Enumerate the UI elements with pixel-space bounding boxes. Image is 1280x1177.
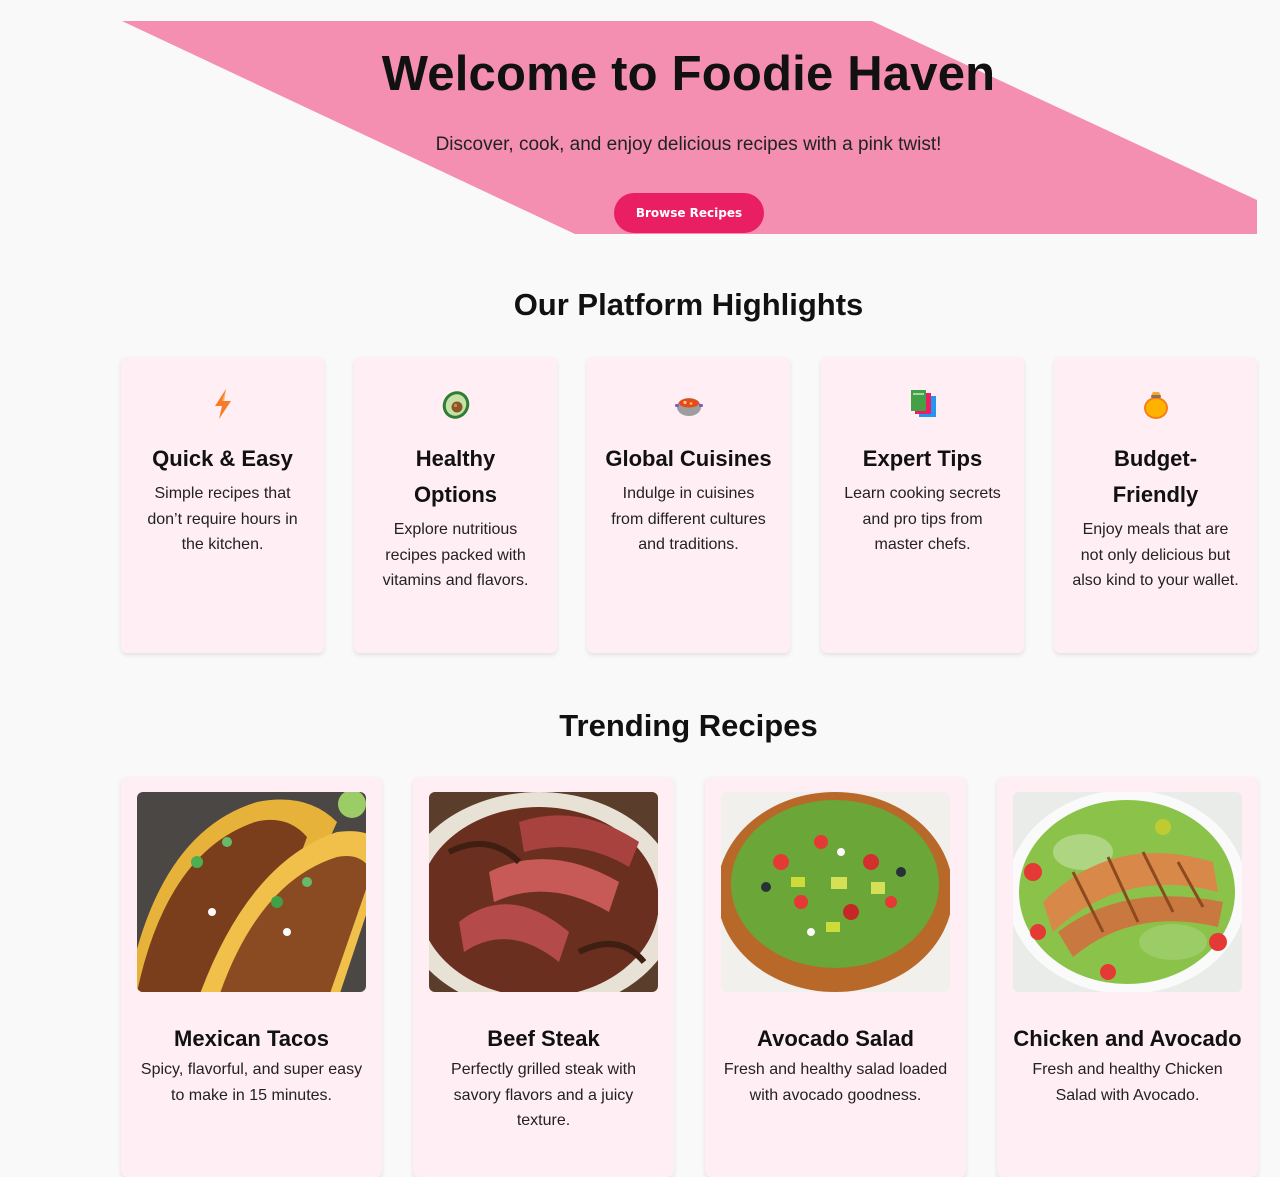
- salad-photo: [721, 792, 950, 992]
- chicken-salad-photo: [1013, 792, 1242, 992]
- recipe-description: Spicy, flavorful, and super easy to make…: [140, 1061, 363, 1104]
- money-bag-icon: [1143, 392, 1168, 419]
- recipe-card-beef-steak[interactable]: Beef Steak Perfectly grilled steak with …: [413, 777, 674, 1177]
- recipe-card-chicken-avocado[interactable]: Chicken and Avocado Fresh and healthy Ch…: [997, 777, 1258, 1177]
- browse-recipes-button[interactable]: Browse Recipes: [614, 193, 764, 233]
- recipe-description: Fresh and healthy Chicken Salad with Avo…: [1032, 1061, 1223, 1104]
- feature-card-expert-tips: Expert Tips Learn cooking secrets and pr…: [821, 357, 1024, 653]
- feature-title: Healthy Options: [413, 446, 498, 507]
- highlights-title: Our Platform Highlights: [513, 287, 864, 322]
- feature-text: Learn cooking secrets and pro tips from …: [844, 485, 1001, 554]
- recipe-title[interactable]: Beef Steak: [429, 1021, 658, 1057]
- feature-text: Explore nutritious recipes packed with v…: [382, 521, 529, 590]
- hero-title: Welcome to Foodie Haven: [381, 47, 996, 101]
- feature-card-global-cuisines: Global Cuisines Indulge in cuisines from…: [587, 357, 790, 653]
- feature-title: Global Cuisines: [605, 446, 772, 471]
- books-icon: [910, 390, 936, 417]
- trending-title: Trending Recipes: [559, 708, 818, 743]
- feature-card-quick-easy: Quick & Easy Simple recipes that don’t r…: [121, 357, 324, 653]
- recipe-title[interactable]: Chicken and Avocado: [1013, 1021, 1242, 1057]
- recipe-title[interactable]: Avocado Salad: [721, 1021, 950, 1057]
- steak-photo: [429, 792, 658, 992]
- recipe-card-avocado-salad[interactable]: Avocado Salad Fresh and healthy salad lo…: [705, 777, 966, 1177]
- feature-title: Expert Tips: [862, 446, 983, 471]
- recipe-description: Fresh and healthy salad loaded with avoc…: [723, 1061, 948, 1104]
- feature-text: Indulge in cuisines from different cultu…: [611, 485, 766, 554]
- feature-text: Enjoy meals that are not only delicious …: [1072, 521, 1239, 590]
- lightning-icon: [214, 389, 231, 419]
- avocado-icon: [442, 391, 469, 419]
- hero-subtitle: Discover, cook, and enjoy delicious reci…: [435, 134, 942, 155]
- feature-card-budget-friendly: Budget-Friendly Enjoy meals that are not…: [1054, 357, 1257, 653]
- tacos-photo: [137, 792, 366, 992]
- feature-card-healthy-options: Healthy Options Explore nutritious recip…: [354, 357, 557, 653]
- stew-pot-icon: [674, 398, 703, 416]
- feature-title: Quick & Easy: [152, 446, 293, 471]
- hero-section: Welcome to Foodie Haven Discover, cook, …: [0, 0, 1280, 240]
- feature-title: Budget-Friendly: [1112, 446, 1199, 507]
- recipe-title[interactable]: Mexican Tacos: [137, 1021, 366, 1057]
- feature-text: Simple recipes that don’t require hours …: [147, 485, 298, 554]
- recipe-card-mexican-tacos[interactable]: Mexican Tacos Spicy, flavorful, and supe…: [121, 777, 382, 1177]
- recipe-description: Perfectly grilled steak with savory flav…: [451, 1061, 636, 1130]
